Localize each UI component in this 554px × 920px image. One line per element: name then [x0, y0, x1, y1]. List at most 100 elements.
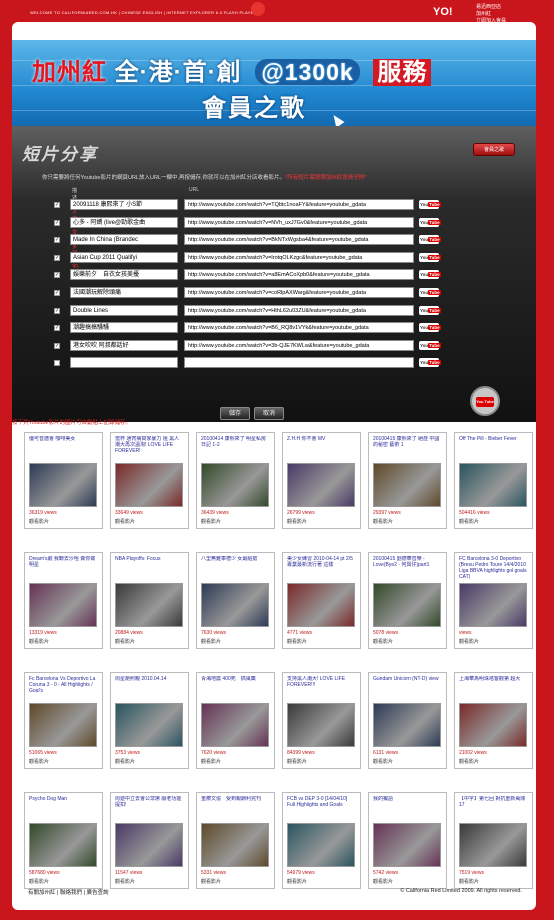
- video-thumbnail[interactable]: [459, 463, 527, 507]
- video-title[interactable]: Psycho Dog Man: [29, 796, 98, 820]
- description-input[interactable]: Double Lines: [70, 304, 178, 316]
- video-thumbnail[interactable]: [115, 583, 183, 627]
- video-title[interactable]: Z.H.H 你不會 MV: [287, 436, 356, 460]
- video-card[interactable]: Off The Pill - Bieber Fever 504416 views 觀…: [454, 432, 533, 529]
- video-card[interactable]: Z.H.H 你不會 MV 26799 views 觀看影片: [282, 432, 361, 529]
- video-card[interactable]: 優可音譜會 咖啡美女 36319 views 觀看影片: [24, 432, 103, 529]
- video-thumbnail[interactable]: [115, 823, 183, 867]
- watch-link[interactable]: 觀看影片: [373, 518, 442, 525]
- video-card[interactable]: 20100414 康熙來了 明星私房 日記 1-2 36439 views 觀看影片: [196, 432, 275, 529]
- youtube-icon[interactable]: YouTube: [419, 305, 441, 315]
- description-input[interactable]: Made In China (Brandec: [70, 234, 178, 246]
- url-input[interactable]: http://www.youtube.com/watch?v=coRlpAXWa…: [184, 287, 414, 298]
- description-input[interactable]: 娛樂前夕 自衣女孩美擾: [70, 269, 178, 281]
- row-checkbox[interactable]: ✓: [54, 237, 60, 244]
- video-title[interactable]: 美少女練習 2010-04-14 pt 2/5 專業最新流行著 這樣: [287, 556, 356, 580]
- youtube-icon[interactable]: YouTube: [419, 288, 441, 297]
- description-input[interactable]: 法國潮玩解除頭痛: [70, 287, 178, 298]
- video-thumbnail[interactable]: [373, 703, 441, 747]
- youtube-icon[interactable]: YouTube: [419, 217, 441, 227]
- watch-link[interactable]: 觀看影片: [29, 878, 98, 885]
- row-checkbox[interactable]: [54, 360, 60, 367]
- video-thumbnail[interactable]: [287, 583, 355, 627]
- store-link[interactable]: 易迅西亞店: [476, 4, 506, 11]
- video-card[interactable]: 20100415 劉德華音樂 -Love(Bye2 - 何與仔)part1 507…: [368, 552, 447, 649]
- url-input[interactable]: http://www.youtube.com/watch?v=BkNTxWgsb…: [184, 234, 414, 246]
- video-thumbnail[interactable]: [201, 823, 269, 867]
- youtube-icon[interactable]: YouTube: [419, 235, 441, 245]
- video-card[interactable]: 周遊中立去會公眾席 願老功能提扣! 11547 views 觀看影片: [110, 792, 189, 889]
- watch-link[interactable]: 觀看影片: [459, 638, 528, 645]
- url-input[interactable]: http://www.youtube.com/watch?v=HthL62u03…: [184, 304, 414, 316]
- video-thumbnail[interactable]: [459, 583, 527, 627]
- watch-link[interactable]: 觀看影片: [115, 878, 184, 885]
- video-card[interactable]: 當杯 通宵病窩家暴力 阻 黑人潮大再次溫淘! LOVE LIFE FOREVER…: [110, 432, 189, 529]
- video-title[interactable]: 20100415 康熙來了 絕症 中國的秘密 藝術 1: [373, 436, 442, 460]
- video-title[interactable]: NBA Playoffs: Focus: [115, 556, 184, 580]
- watch-link[interactable]: 觀看影片: [115, 758, 184, 765]
- save-button[interactable]: 儲存: [220, 407, 250, 420]
- cancel-button[interactable]: 取消: [254, 407, 284, 420]
- video-thumbnail[interactable]: [201, 583, 269, 627]
- watch-link[interactable]: 觀看影片: [201, 758, 270, 765]
- watch-link[interactable]: 觀看影片: [201, 638, 270, 645]
- youtube-icon[interactable]: YouTube: [419, 358, 441, 368]
- watch-link[interactable]: 觀看影片: [115, 638, 184, 645]
- url-input[interactable]: http://www.youtube.com/watch?v=IrotqOLKz…: [184, 251, 414, 263]
- video-title[interactable]: 20100415 劉德華音樂 -Love(Bye2 - 何與仔)part1: [373, 556, 442, 580]
- brand-link[interactable]: 加州紅: [476, 11, 506, 18]
- video-card[interactable]: 重療文協 受到報酬利完刊 5331 views 觀看影片: [196, 792, 275, 889]
- video-title[interactable]: 20100414 康熙來了 明星私房 日記 1-2: [201, 436, 270, 460]
- video-thumbnail[interactable]: [373, 583, 441, 627]
- video-card[interactable]: Fc Barcelona Vs Deportivo La Coruna 3 - …: [24, 672, 103, 769]
- watch-link[interactable]: 觀看影片: [201, 518, 270, 525]
- video-title[interactable]: 八里無難車禮少 女最給搶: [201, 556, 270, 580]
- video-thumbnail[interactable]: [29, 583, 97, 627]
- video-thumbnail[interactable]: [201, 463, 269, 507]
- watch-link[interactable]: 觀看影片: [287, 518, 356, 525]
- video-card[interactable]: Dream's劇 我轉去沙咀 做你做明星 13319 views 觀看影片: [24, 552, 103, 649]
- video-thumbnail[interactable]: [287, 703, 355, 747]
- video-title[interactable]: Off The Pill - Bieber Fever: [459, 436, 528, 460]
- top-bar-links[interactable]: WELCOME TO CALIFORNIARED.COM.HK | CHINES…: [30, 10, 261, 15]
- url-input[interactable]: http://www.youtube.com/watch?v=TQbtc1noa…: [184, 199, 414, 210]
- row-checkbox[interactable]: ✓: [54, 307, 60, 314]
- watch-link[interactable]: 觀看影片: [373, 758, 442, 765]
- row-checkbox[interactable]: ✓: [54, 272, 60, 279]
- video-card[interactable]: 支持黑人潮大! LOVE LIFE FOREVER!!! 84399 views 觀…: [282, 672, 361, 769]
- video-card[interactable]: 我的獨語 5742 views 觀看影片: [368, 792, 447, 889]
- video-thumbnail[interactable]: [459, 703, 527, 747]
- video-card[interactable]: 20100415 康熙來了 絕症 中國的秘密 藝術 1 29397 views 觀看…: [368, 432, 447, 529]
- row-checkbox[interactable]: ✓: [54, 254, 60, 261]
- video-thumbnail[interactable]: [287, 823, 355, 867]
- footer-links[interactable]: 有關加州紅 | 聯絡我們 | 廣告查詢: [28, 890, 108, 896]
- video-card[interactable]: 八里無難車禮少 女最給搶 7630 views 觀看影片: [196, 552, 275, 649]
- video-thumbnail[interactable]: [29, 463, 97, 507]
- watch-link[interactable]: 觀看影片: [287, 878, 356, 885]
- row-checkbox[interactable]: ✓: [54, 325, 60, 332]
- description-input[interactable]: [70, 357, 178, 369]
- youtube-icon[interactable]: YouTube: [419, 200, 441, 209]
- video-thumbnail[interactable]: [29, 823, 97, 867]
- watch-link[interactable]: 觀看影片: [373, 878, 442, 885]
- video-title[interactable]: 我的獨語: [373, 796, 442, 820]
- description-input[interactable]: 20091118 康熙來了 小S節: [70, 199, 178, 210]
- url-input[interactable]: http://www.youtube.com/watch?v=B6_RQ8v1V…: [184, 322, 414, 334]
- url-input[interactable]: http://www.youtube.com/watch?v=3b-QJE7KW…: [184, 339, 414, 351]
- video-card[interactable]: 周星馳照親 2010.04.14 3753 views 觀看影片: [110, 672, 189, 769]
- video-title[interactable]: 重療文協 受到報酬利完刊: [201, 796, 270, 820]
- video-title[interactable]: FC Barcelona 3-0 Deportivo (Bresu Pedro …: [459, 556, 528, 580]
- video-card[interactable]: 青海地震 400死 搞風藥 7620 views 觀看影片: [196, 672, 275, 769]
- video-thumbnail[interactable]: [29, 703, 97, 747]
- row-checkbox[interactable]: ✓: [54, 342, 60, 349]
- video-card[interactable]: FC Barcelona 3-0 Deportivo (Bresu Pedro …: [454, 552, 533, 649]
- video-title[interactable]: 青海地震 400死 搞風藥: [201, 676, 270, 700]
- video-title[interactable]: 上海華為明珠塔客觀第 超大: [459, 676, 528, 700]
- watch-link[interactable]: 觀看影片: [459, 518, 528, 525]
- watch-link[interactable]: 觀看影片: [287, 638, 356, 645]
- description-input[interactable]: Asian Cup 2011 Qualifyi: [70, 251, 178, 263]
- watch-link[interactable]: 觀看影片: [115, 518, 184, 525]
- video-thumbnail[interactable]: [115, 703, 183, 747]
- youtube-icon[interactable]: YouTube: [419, 270, 441, 280]
- video-title[interactable]: 當杯 通宵病窩家暴力 阻 黑人潮大再次溫淘! LOVE LIFE FOREVER…: [115, 436, 184, 460]
